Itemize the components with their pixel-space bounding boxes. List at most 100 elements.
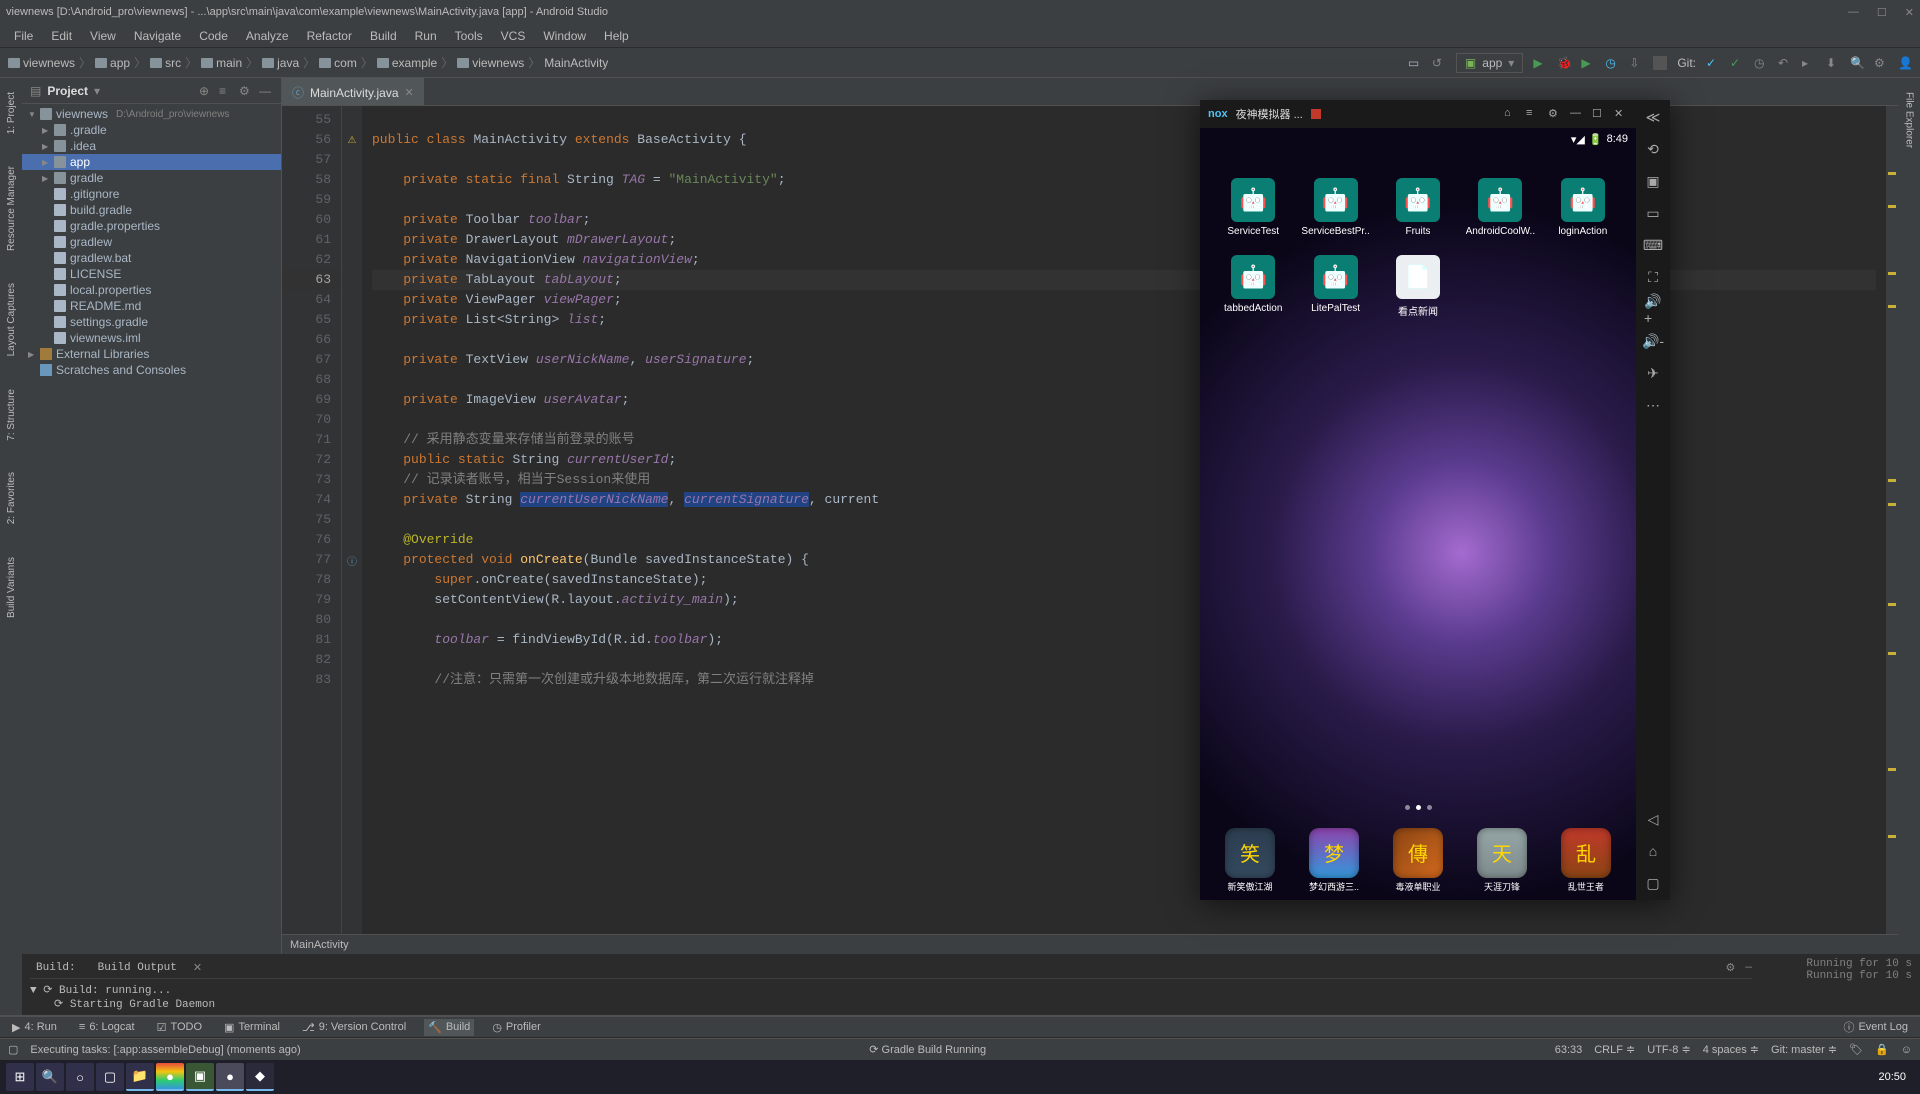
taskbar-explorer[interactable]: 📁 (126, 1063, 154, 1091)
hide-icon[interactable]: — (259, 84, 273, 98)
emulator-titlebar[interactable]: nox 夜神模拟器 ... ⌂ ≡ ⚙ — ☐ ✕ (1200, 100, 1636, 128)
tool-profiler[interactable]: ◷ Profiler (488, 1019, 544, 1036)
tree-ext-libs[interactable]: ▶ External Libraries (22, 346, 281, 362)
tree-item[interactable]: README.md (22, 298, 281, 314)
tree-item[interactable]: .gitignore (22, 186, 281, 202)
breadcrumb-item[interactable]: main (201, 56, 242, 70)
breadcrumb-item[interactable]: MainActivity (544, 56, 608, 70)
tree-item[interactable]: gradlew (22, 234, 281, 250)
dock-game-5[interactable]: 乱乱世王者 (1561, 828, 1611, 893)
status-git[interactable]: Git: master ≑ (1771, 1043, 1837, 1056)
app-servicetest[interactable]: ServiceTest (1216, 178, 1290, 237)
start-button[interactable]: ⊞ (6, 1063, 34, 1091)
emulator-min-icon[interactable]: — (1570, 107, 1584, 121)
maximize-icon[interactable]: ☐ (1877, 6, 1887, 19)
menu-run[interactable]: Run (407, 27, 445, 45)
app-news[interactable]: 看点新闻 (1381, 255, 1455, 318)
status-indent[interactable]: 4 spaces ≑ (1703, 1043, 1759, 1056)
run-config-select[interactable]: ▣app▾ (1456, 53, 1523, 73)
status-mem-icon[interactable]: 🏷 (1849, 1043, 1863, 1056)
dock-game-1[interactable]: 笑新笑傲江湖 (1225, 828, 1275, 893)
rail-structure[interactable]: 7: Structure (6, 383, 17, 447)
rail-layout-captures[interactable]: Layout Captures (6, 277, 17, 362)
breadcrumb-item[interactable]: example (377, 56, 437, 70)
app-fruits[interactable]: Fruits (1381, 178, 1455, 237)
tool-logcat[interactable]: ≡ 6: Logcat (75, 1019, 139, 1035)
app-loginaction[interactable]: loginAction (1546, 178, 1620, 237)
run-icon[interactable]: ▶ (1533, 56, 1547, 70)
menu-file[interactable]: File (6, 27, 41, 45)
emulator-gear-icon[interactable]: ⚙ (1548, 107, 1562, 121)
tree-item[interactable]: local.properties (22, 282, 281, 298)
taskbar-taskview[interactable]: ▢ (96, 1063, 124, 1091)
menu-vcs[interactable]: VCS (493, 27, 534, 45)
gear-icon[interactable]: ⚙ (239, 84, 253, 98)
tree-item[interactable]: ▶gradle (22, 170, 281, 186)
vcs-revert-icon[interactable]: ↶ (1778, 56, 1792, 70)
dock-game-2[interactable]: 梦梦幻西游三.. (1309, 828, 1359, 893)
app-litepaltest[interactable]: LitePalTest (1298, 255, 1372, 318)
tool-todo[interactable]: ☑ TODO (153, 1019, 206, 1036)
line-gutter[interactable]: 5556575859606162636465666768697071727374… (282, 106, 342, 934)
emu-shake-icon[interactable]: ▭ (1644, 204, 1662, 222)
editor-tab-mainactivity[interactable]: ⓒ MainActivity.java ✕ (282, 78, 424, 105)
status-encoding[interactable]: UTF-8 ≑ (1647, 1043, 1690, 1056)
avd-icon[interactable]: ▸ (1802, 56, 1816, 70)
project-title[interactable]: Project (47, 84, 88, 98)
emu-location-icon[interactable]: ✈ (1644, 364, 1662, 382)
menu-tools[interactable]: Tools (447, 27, 491, 45)
emulator-window[interactable]: nox 夜神模拟器 ... ⌂ ≡ ⚙ — ☐ ✕ ▾◢ 🔋 8:49 Serv… (1200, 100, 1670, 900)
coverage-icon[interactable]: ▶ (1581, 56, 1595, 70)
vcs-update-icon[interactable]: ✓ (1706, 56, 1720, 70)
tree-item[interactable]: settings.gradle (22, 314, 281, 330)
tree-item[interactable]: ▶.gradle (22, 122, 281, 138)
breadcrumb-item[interactable]: com (319, 56, 357, 70)
taskbar-chrome[interactable]: ● (156, 1063, 184, 1091)
emulator-menu-icon[interactable]: ≡ (1526, 107, 1540, 121)
taskbar-search[interactable]: 🔍 (36, 1063, 64, 1091)
gear-icon[interactable]: ⚙ (1726, 961, 1736, 975)
app-servicebestpr[interactable]: ServiceBestPr.. (1298, 178, 1372, 237)
rail-resource-manager[interactable]: Resource Manager (6, 160, 17, 257)
emu-rotate-icon[interactable]: ⟲ (1644, 140, 1662, 158)
expand-all-icon[interactable]: ≡ (219, 84, 233, 98)
tool-build[interactable]: 🔨 Build (424, 1019, 474, 1036)
profile-icon[interactable]: ◷ (1605, 56, 1619, 70)
menu-view[interactable]: View (82, 27, 124, 45)
close-icon[interactable]: ✕ (1905, 6, 1914, 19)
minimize-icon[interactable]: — (1848, 6, 1859, 19)
app-androidcoolw[interactable]: AndroidCoolW.. (1463, 178, 1537, 237)
tool-run[interactable]: ▶ 4: Run (8, 1019, 61, 1036)
breadcrumb-item[interactable]: viewnews (457, 56, 524, 70)
taskbar-clock[interactable]: 20:50 (1870, 1071, 1914, 1083)
settings-icon[interactable]: ⚙ (1874, 56, 1888, 70)
rail-build-variants[interactable]: Build Variants (6, 551, 17, 624)
emu-more-icon[interactable]: ⋯ (1644, 396, 1662, 414)
emu-keyboard-icon[interactable]: ⌨ (1644, 236, 1662, 254)
device-chooser-icon[interactable]: ▭ (1408, 56, 1422, 70)
emu-home-icon[interactable]: ⌂ (1644, 842, 1662, 860)
rail-file-explorer[interactable]: File Explorer (1904, 86, 1915, 154)
stop-icon[interactable] (1653, 56, 1667, 70)
tree-item[interactable]: viewnews.iml (22, 330, 281, 346)
emulator-pin-icon[interactable]: ⌂ (1504, 107, 1518, 121)
tree-item[interactable]: build.gradle (22, 202, 281, 218)
menu-window[interactable]: Window (535, 27, 594, 45)
error-stripe[interactable] (1886, 106, 1898, 934)
tool-terminal[interactable]: ▣ Terminal (220, 1019, 284, 1036)
tree-root[interactable]: ▼ viewnewsD:\Android_pro\viewnews (22, 106, 281, 122)
menu-build[interactable]: Build (362, 27, 405, 45)
emu-screenshot-icon[interactable]: ▣ (1644, 172, 1662, 190)
attach-icon[interactable]: ⇩ (1629, 56, 1643, 70)
dock-game-4[interactable]: 天天涯刀锋 (1477, 828, 1527, 893)
tool-vcs[interactable]: ⎇ 9: Version Control (298, 1019, 410, 1036)
sync-icon[interactable]: ↺ (1432, 56, 1446, 70)
search-icon[interactable]: 🔍 (1850, 56, 1864, 70)
breadcrumb-item[interactable]: viewnews (8, 56, 75, 70)
emu-voldown-icon[interactable]: 🔊- (1644, 332, 1662, 350)
breadcrumb-item[interactable]: app (95, 56, 130, 70)
tree-item[interactable]: ▶.idea (22, 138, 281, 154)
status-pos[interactable]: 63:33 (1555, 1044, 1583, 1056)
app-tabbedaction[interactable]: tabbedAction (1216, 255, 1290, 318)
debug-icon[interactable]: 🐞 (1557, 56, 1571, 70)
